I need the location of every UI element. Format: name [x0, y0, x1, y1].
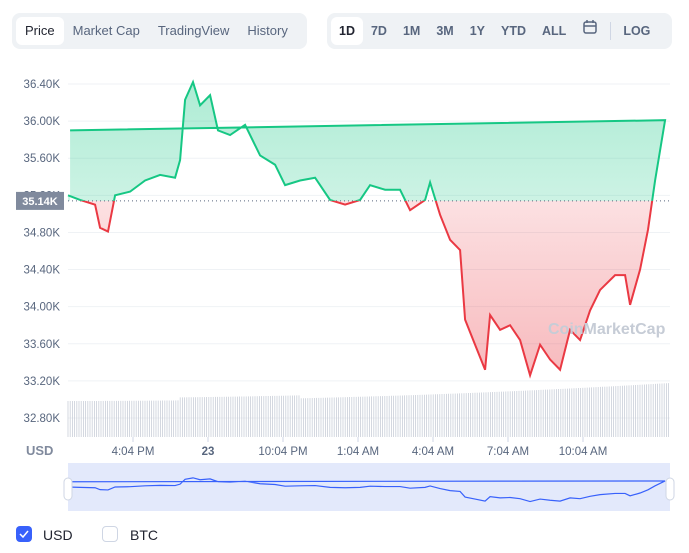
x-tick-label: 4:04 PM — [112, 446, 155, 458]
y-tick-label: 33.20K — [24, 376, 61, 388]
y-tick-label: 33.60K — [24, 339, 61, 351]
navigator-handle — [665, 477, 675, 501]
watermark: CoinMarketCap — [548, 321, 666, 338]
x-tick-label: 1:04 AM — [337, 446, 379, 458]
y-tick-label: 34.00K — [24, 302, 61, 314]
price-chart[interactable]: 36.40K36.00K35.60K35.20K34.80K34.40K34.0… — [0, 0, 689, 520]
navigator-handle — [63, 477, 73, 501]
x-tick-label: 7:04 AM — [487, 446, 529, 458]
btc-checkbox[interactable] — [102, 526, 118, 542]
x-tick-label: 10:04 AM — [559, 446, 608, 458]
y-tick-label: 36.00K — [24, 116, 61, 128]
currency-axis-label: USD — [26, 443, 53, 458]
navigator[interactable] — [68, 463, 670, 511]
y-tick-label: 35.60K — [24, 153, 61, 165]
x-tick-label: 10:04 PM — [258, 446, 307, 458]
current-price-label: 35.14K — [22, 196, 58, 208]
x-tick-label: 23 — [202, 446, 215, 458]
x-tick-label: 4:04 AM — [412, 446, 454, 458]
y-tick-label: 34.80K — [24, 227, 61, 239]
y-tick-label: 32.80K — [24, 413, 61, 425]
usd-checkbox-label: USD — [43, 527, 73, 543]
usd-checkbox[interactable] — [16, 526, 32, 542]
y-tick-label: 36.40K — [24, 79, 61, 91]
y-tick-label: 34.40K — [24, 265, 61, 277]
btc-checkbox-label: BTC — [130, 527, 158, 543]
